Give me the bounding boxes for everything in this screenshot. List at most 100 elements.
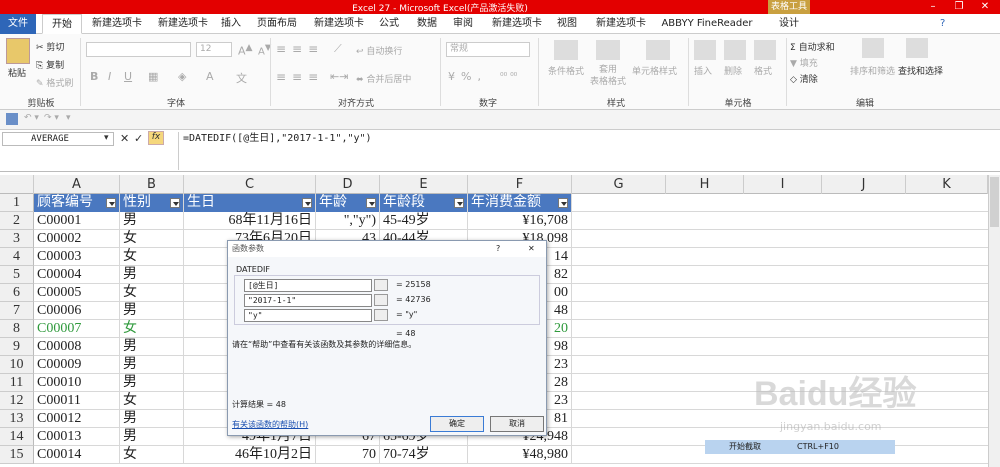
- cell-b[interactable]: 男: [120, 302, 184, 320]
- cell-a[interactable]: C00006: [34, 302, 120, 320]
- cell-b[interactable]: 男: [120, 266, 184, 284]
- tab-data[interactable]: 数据: [412, 14, 442, 34]
- cell-a[interactable]: C00008: [34, 338, 120, 356]
- cell-e[interactable]: 45-49岁: [380, 212, 468, 230]
- insert-cells-icon[interactable]: [694, 40, 716, 60]
- tab-page-layout[interactable]: 页面布局: [252, 14, 302, 34]
- number-format-icons[interactable]: ¥%,: [448, 70, 487, 83]
- find-select-icon[interactable]: [906, 38, 928, 58]
- dialog-close-icon[interactable]: ✕: [528, 244, 535, 253]
- tab-view[interactable]: 视图: [552, 14, 582, 34]
- formula-input[interactable]: =DATEDIF([@生日],"2017-1-1","y"): [178, 132, 998, 170]
- row-header[interactable]: 12: [0, 392, 34, 410]
- insert-function-icon[interactable]: fx: [148, 131, 164, 145]
- confirm-entry-icon[interactable]: ✓: [134, 132, 143, 145]
- save-icon[interactable]: [6, 113, 18, 125]
- tab-insert[interactable]: 插入: [216, 14, 246, 34]
- cell-f[interactable]: ¥48,980: [468, 446, 572, 464]
- row-header[interactable]: 2: [0, 212, 34, 230]
- tab-formulas[interactable]: 公式: [374, 14, 404, 34]
- cell-b[interactable]: 男: [120, 374, 184, 392]
- paste-button[interactable]: 粘贴: [8, 66, 26, 79]
- cell-d[interactable]: 70: [316, 446, 380, 464]
- restore-icon[interactable]: ❐: [946, 0, 972, 14]
- cell-a[interactable]: C00004: [34, 266, 120, 284]
- decimal-icons[interactable]: ⁰⁰ ⁰⁰: [500, 72, 517, 82]
- cell-b[interactable]: 男: [120, 338, 184, 356]
- underline-icon[interactable]: U: [124, 70, 132, 83]
- cell-b[interactable]: 女: [120, 230, 184, 248]
- cell-b[interactable]: 男: [120, 356, 184, 374]
- cell-b[interactable]: 男: [120, 212, 184, 230]
- cell-a[interactable]: C00011: [34, 392, 120, 410]
- filter-dropdown-icon[interactable]: [454, 198, 464, 208]
- cell-f[interactable]: ¥16,708: [468, 212, 572, 230]
- row-header[interactable]: 5: [0, 266, 34, 284]
- cell-c[interactable]: 46年10月2日: [184, 446, 316, 464]
- sort-filter-button[interactable]: 排序和筛选: [850, 64, 895, 77]
- cell-b[interactable]: 男: [120, 410, 184, 428]
- argument-input[interactable]: "2017-1-1": [244, 294, 372, 307]
- indent-icons[interactable]: ⇤⇥: [330, 70, 348, 83]
- cell-a[interactable]: C00009: [34, 356, 120, 374]
- tab-new-3[interactable]: 新建选项卡: [306, 14, 372, 34]
- row-header[interactable]: 13: [0, 410, 34, 428]
- cell-b[interactable]: 女: [120, 392, 184, 410]
- undo-icon[interactable]: ↶ ▾: [24, 113, 39, 123]
- row-header[interactable]: 11: [0, 374, 34, 392]
- merge-center-button[interactable]: ⬌ 合并后居中: [356, 72, 411, 85]
- cell-a[interactable]: C00013: [34, 428, 120, 446]
- cut-button[interactable]: ✂ 剪切: [36, 40, 64, 53]
- cell-b[interactable]: 女: [120, 320, 184, 338]
- cell-a[interactable]: C00010: [34, 374, 120, 392]
- table-header-cell[interactable]: 年消费金额: [468, 194, 572, 212]
- column-header-g[interactable]: G: [572, 175, 666, 194]
- tab-review[interactable]: 审阅: [448, 14, 478, 34]
- cell-a[interactable]: C00012: [34, 410, 120, 428]
- cell-c[interactable]: 68年11月16日: [184, 212, 316, 230]
- filter-dropdown-icon[interactable]: [106, 198, 116, 208]
- filter-dropdown-icon[interactable]: [558, 198, 568, 208]
- table-format-icon[interactable]: [596, 40, 620, 60]
- argument-input[interactable]: [@生日]: [244, 279, 372, 292]
- cell-a[interactable]: C00003: [34, 248, 120, 266]
- delete-cells-button[interactable]: 删除: [724, 64, 742, 77]
- row-header[interactable]: 3: [0, 230, 34, 248]
- column-header-b[interactable]: B: [120, 175, 184, 194]
- format-painter-button[interactable]: ✎ 格式刷: [36, 76, 73, 89]
- row-header[interactable]: 8: [0, 320, 34, 338]
- minimize-icon[interactable]: –: [920, 0, 946, 14]
- name-box[interactable]: AVERAGE: [2, 132, 114, 146]
- insert-cells-button[interactable]: 插入: [694, 64, 712, 77]
- find-select-button[interactable]: 查找和选择: [898, 64, 943, 77]
- vertical-align-icons[interactable]: ≡≡≡: [276, 42, 324, 56]
- range-picker-icon[interactable]: [374, 279, 388, 291]
- conditional-format-icon[interactable]: [554, 40, 578, 60]
- format-cells-button[interactable]: 格式: [754, 64, 772, 77]
- horizontal-align-icons[interactable]: ≡≡≡: [276, 70, 324, 84]
- column-header-h[interactable]: H: [666, 175, 744, 194]
- row-header[interactable]: 15: [0, 446, 34, 464]
- border-icon[interactable]: ▦: [148, 70, 158, 83]
- cell-d[interactable]: ","y"): [316, 212, 380, 230]
- grow-font-icon[interactable]: A▲: [238, 42, 253, 58]
- column-header-f[interactable]: F: [468, 175, 572, 194]
- cell-a[interactable]: C00014: [34, 446, 120, 464]
- column-header-i[interactable]: I: [744, 175, 822, 194]
- tab-new-4[interactable]: 新建选项卡: [484, 14, 550, 34]
- column-header-d[interactable]: D: [316, 175, 380, 194]
- cancel-button[interactable]: 取消: [490, 416, 544, 432]
- italic-icon[interactable]: I: [108, 70, 111, 83]
- customize-qat-icon[interactable]: ▾: [66, 113, 71, 123]
- argument-input[interactable]: "y": [244, 309, 372, 322]
- column-header-a[interactable]: A: [34, 175, 120, 194]
- tab-new-1[interactable]: 新建选项卡: [84, 14, 150, 34]
- dialog-help-icon[interactable]: ?: [496, 244, 500, 253]
- font-color-icon[interactable]: A: [206, 70, 214, 83]
- redo-icon[interactable]: ↷ ▾: [44, 113, 59, 123]
- row-header[interactable]: 6: [0, 284, 34, 302]
- fill-button[interactable]: ▼ 填充: [790, 56, 818, 69]
- copy-button[interactable]: ⎘ 复制: [36, 58, 64, 71]
- cell-a[interactable]: C00001: [34, 212, 120, 230]
- conditional-format-button[interactable]: 条件格式: [548, 64, 584, 77]
